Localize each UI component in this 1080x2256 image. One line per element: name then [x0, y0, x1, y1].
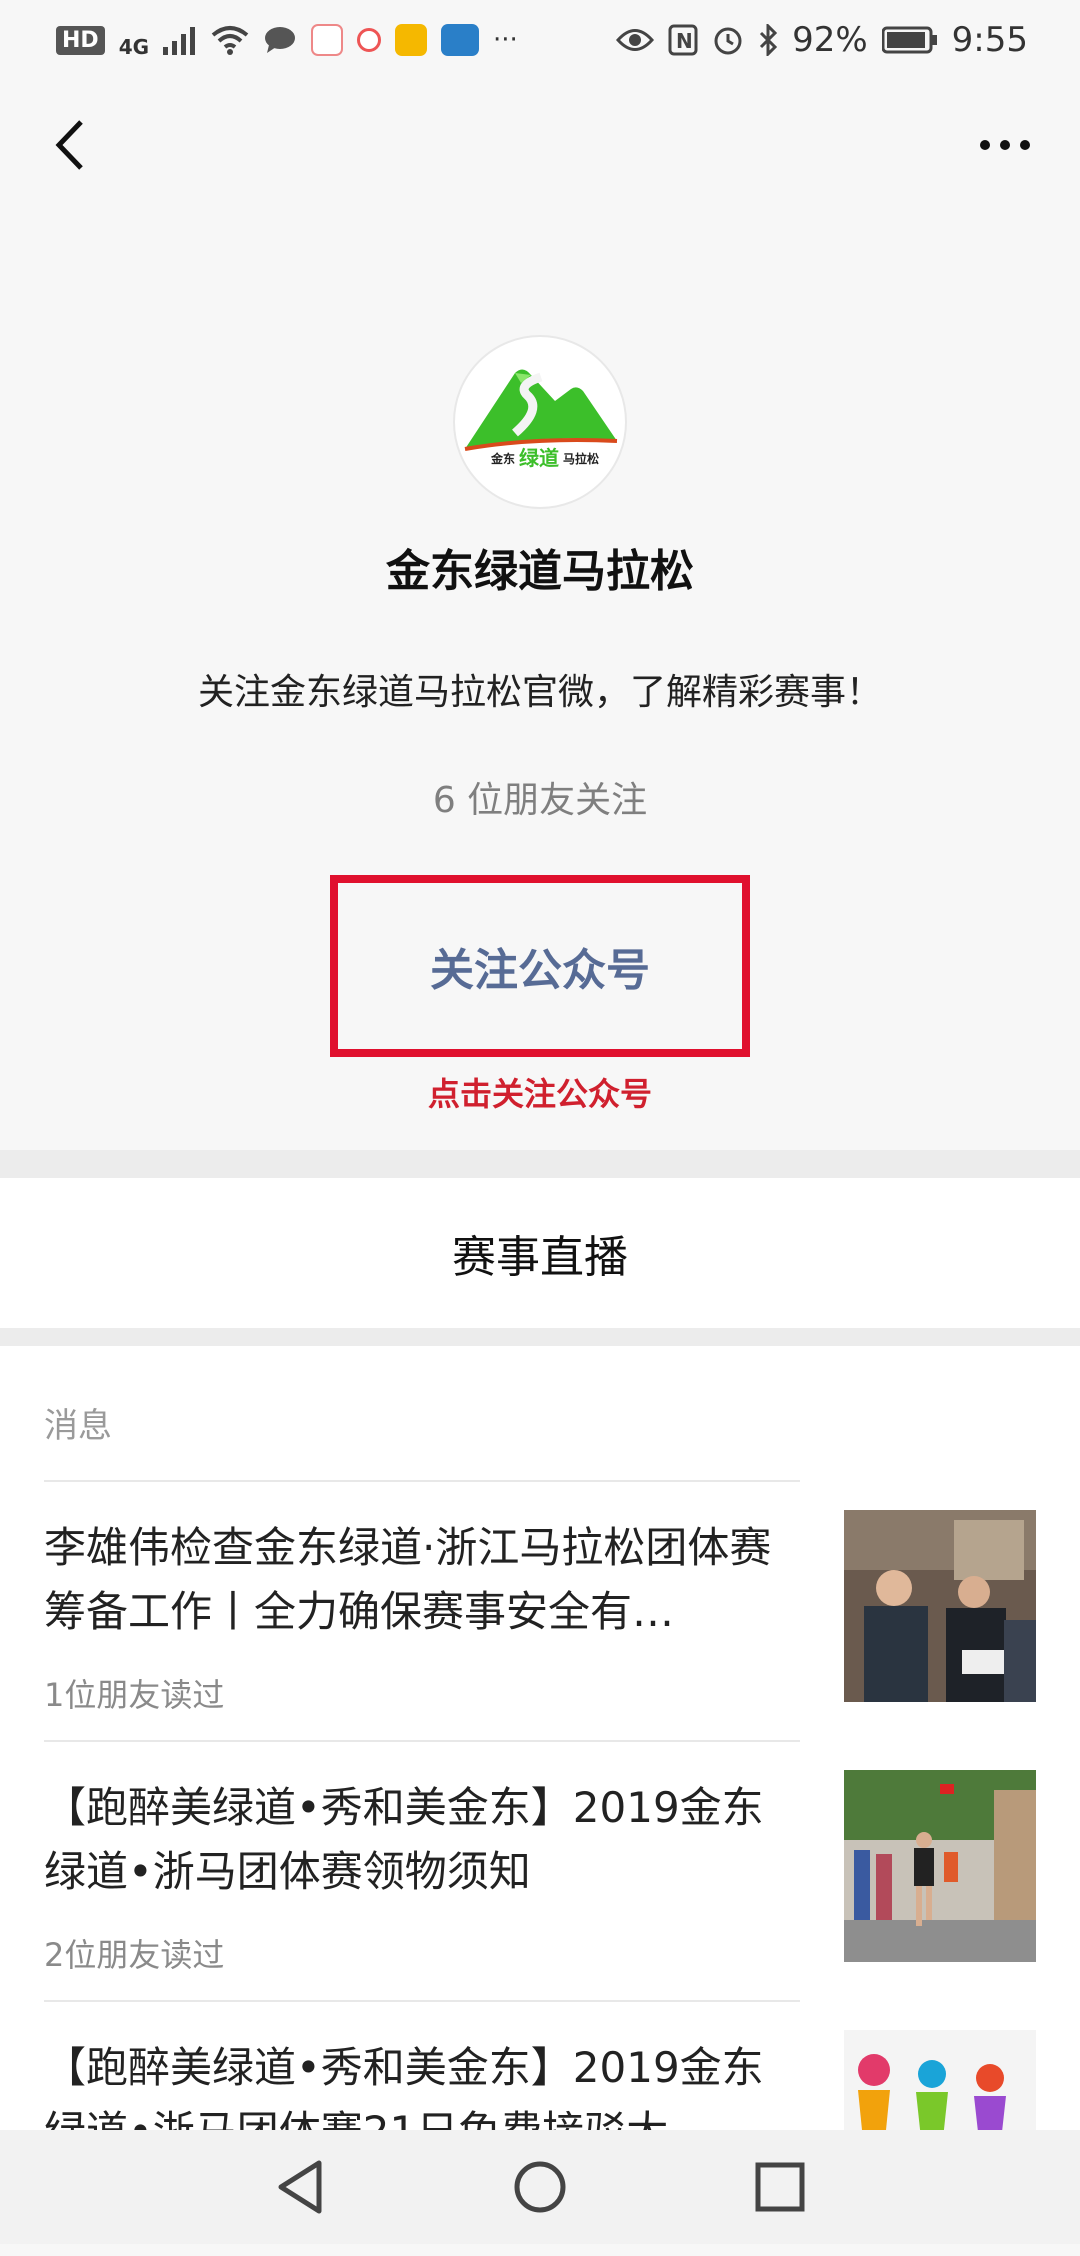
system-navigation-bar [0, 2130, 1080, 2244]
account-avatar: 金东 绿道 马拉松 [453, 335, 627, 509]
section-divider [0, 1328, 1080, 1346]
square-recents-icon [755, 2162, 805, 2212]
hd-badge: HD [56, 25, 105, 55]
logo-text-right: 马拉松 [563, 451, 599, 466]
follow-button[interactable]: 关注公众号 [330, 875, 750, 1057]
section-divider [0, 1150, 1080, 1178]
more-options-button[interactable] [970, 115, 1040, 175]
article-thumbnail [844, 1770, 1036, 1962]
logo-text-left: 金东 [490, 451, 515, 466]
marathon-logo: 金东 绿道 马拉松 [464, 369, 618, 470]
nfc-icon: N [668, 24, 698, 56]
back-chevron-icon [55, 120, 83, 170]
messages-section-title: 消息 [44, 1406, 112, 1446]
article-thumbnail [844, 1510, 1036, 1702]
battery-percent: 92% [792, 20, 868, 60]
more-notifications: ··· [493, 25, 518, 55]
article-title: 李雄伟检查金东绿道·浙江马拉松团体赛筹备工作丨全力确保赛事安全有… [44, 1523, 772, 1636]
battery-icon [881, 26, 937, 54]
status-bar-left: HD 4G ··· [56, 21, 518, 59]
live-menu-label: 赛事直播 [452, 1232, 628, 1283]
live-menu-item[interactable]: 赛事直播 [0, 1178, 1080, 1328]
account-name: 金东绿道马拉松 [386, 546, 694, 597]
messages-section: 消息 李雄伟检查金东绿道·浙江马拉松团体赛筹备工作丨全力确保赛事安全有… 1位朋… [0, 1346, 1080, 2222]
network-label: 4G [118, 35, 150, 59]
eye-icon [616, 29, 655, 51]
article-title: 【跑醉美绿道•秀和美金东】2019金东绿道•浙马团体赛领物须知 [44, 1783, 764, 1896]
article-item[interactable]: 李雄伟检查金东绿道·浙江马拉松团体赛筹备工作丨全力确保赛事安全有… 1位朋友读过 [44, 1510, 1036, 1736]
article-read-count: 2位朋友读过 [44, 1936, 225, 1974]
account-description: 关注金东绿道马拉松官微，了解精彩赛事！ [197, 672, 882, 713]
article-item[interactable]: 【跑醉美绿道•秀和美金东】2019金东绿道•浙马团体赛领物须知 2位朋友读过 [44, 1770, 1036, 1996]
mail-icon [395, 24, 428, 56]
status-bar: HD 4G ··· N 92% 9:55 [0, 0, 1080, 80]
divider [44, 1740, 800, 1742]
app-notification-icon-1 [311, 24, 344, 56]
back-button[interactable] [40, 115, 100, 175]
clock-time: 9:55 [951, 20, 1028, 60]
system-back-button[interactable] [265, 2152, 335, 2222]
map-pin-icon [357, 28, 382, 52]
wifi-icon [211, 26, 249, 55]
logo-text-mid: 绿道 [519, 446, 559, 470]
system-recents-button[interactable] [745, 2152, 815, 2222]
svg-text:N: N [676, 29, 693, 53]
signal-icon [163, 27, 196, 55]
follow-button-label: 关注公众号 [430, 945, 650, 996]
follow-hint-text: 点击关注公众号 [427, 1075, 652, 1113]
friends-follow-count[interactable]: 6 位朋友关注 [433, 771, 647, 823]
article-read-count: 1位朋友读过 [44, 1676, 225, 1714]
chat-bubble-icon [265, 27, 296, 53]
bluetooth-icon [760, 24, 778, 56]
divider [44, 2000, 800, 2002]
system-home-button[interactable] [505, 2152, 575, 2222]
top-nav-bar [0, 90, 1080, 200]
account-profile: 金东 绿道 马拉松 金东绿道马拉松 关注金东绿道马拉松官微，了解精彩赛事！ 6 … [0, 200, 1080, 1150]
more-dots-icon [980, 140, 1030, 150]
triangle-back-icon [278, 2160, 322, 2214]
circle-home-icon [514, 2161, 566, 2213]
app-notification-icon-2 [441, 24, 480, 56]
divider [44, 1480, 800, 1482]
status-bar-right: N 92% 9:55 [616, 20, 1028, 60]
alarm-icon [714, 27, 742, 55]
